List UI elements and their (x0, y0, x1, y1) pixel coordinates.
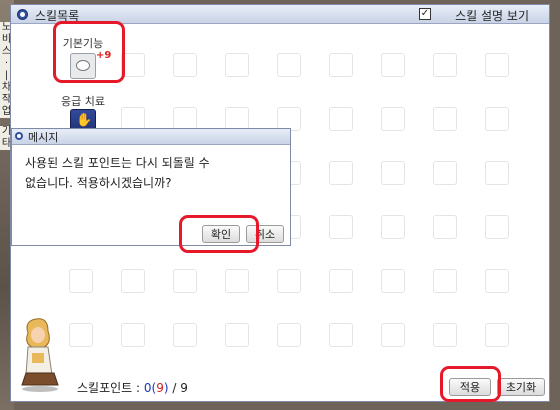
message-title: 메시지 (28, 131, 59, 144)
skill-slot[interactable] (433, 323, 457, 347)
skill-slot[interactable] (485, 323, 509, 347)
skill-slot[interactable] (277, 323, 301, 347)
skill-slot[interactable] (277, 269, 301, 293)
skill-points-remaining: 9 (156, 381, 164, 395)
message-titlebar[interactable]: 메시지 (12, 129, 290, 145)
skill-slot[interactable] (433, 269, 457, 293)
skill-slot[interactable] (121, 323, 145, 347)
skill-slot[interactable] (381, 161, 405, 185)
window-dot-icon[interactable] (15, 132, 23, 140)
skill-slot[interactable] (485, 53, 509, 77)
skill-points-total: 9 (180, 381, 188, 395)
show-description-checkbox[interactable]: ✓ (419, 8, 431, 20)
skill-slot[interactable] (173, 53, 197, 77)
skill-slot[interactable] (69, 269, 93, 293)
message-dialog: 메시지 사용된 스킬 포인트는 다시 되돌릴 수 없습니다. 적용하시겠습니까?… (11, 128, 291, 253)
skill-points-value: 0 (143, 381, 152, 395)
skill-slot[interactable] (329, 53, 353, 77)
skill-slot[interactable] (225, 323, 249, 347)
show-description-label[interactable]: 스킬 설명 보기 (455, 7, 529, 24)
skill-slot[interactable] (173, 323, 197, 347)
skill-slot[interactable] (329, 323, 353, 347)
skill-slot[interactable] (485, 107, 509, 131)
skill-name-firstaid: 응급 치료 (61, 95, 105, 108)
highlight-box-confirm (179, 215, 259, 253)
skill-slot[interactable] (329, 215, 353, 239)
skill-slot[interactable] (225, 53, 249, 77)
character-sprite (21, 318, 59, 392)
skill-slot[interactable] (381, 269, 405, 293)
skill-slot[interactable] (433, 215, 457, 239)
skill-slot[interactable] (329, 161, 353, 185)
skill-slot[interactable] (433, 107, 457, 131)
skill-slot[interactable] (381, 53, 405, 77)
skill-points-separator: / (168, 381, 181, 395)
skill-points-label: 스킬포인트 : (77, 381, 144, 395)
skill-slot[interactable] (485, 215, 509, 239)
skill-slot[interactable] (485, 161, 509, 185)
skill-slot[interactable] (121, 269, 145, 293)
skill-slot[interactable] (381, 215, 405, 239)
message-line: 없습니다. 적용하시겠습니까? (25, 176, 172, 190)
highlight-box-apply (440, 366, 501, 402)
skill-slot[interactable] (277, 53, 301, 77)
skill-slot[interactable] (69, 323, 93, 347)
skill-points-display: 스킬포인트 : 0(9) / 9 (77, 379, 188, 396)
skill-slot[interactable] (433, 161, 457, 185)
skill-slot[interactable] (329, 107, 353, 131)
message-line: 사용된 스킬 포인트는 다시 되돌릴 수 (25, 156, 210, 170)
skill-slot[interactable] (173, 269, 197, 293)
reset-button[interactable]: 초기화 (497, 378, 545, 396)
highlight-box-skill (53, 21, 125, 83)
skill-slot[interactable] (381, 107, 405, 131)
skill-slot[interactable] (485, 269, 509, 293)
skill-slot[interactable] (433, 53, 457, 77)
window-dot-icon[interactable] (17, 9, 28, 20)
skill-slot[interactable] (329, 269, 353, 293)
skill-slot[interactable] (381, 323, 405, 347)
skill-slot[interactable] (225, 269, 249, 293)
message-text: 사용된 스킬 포인트는 다시 되돌릴 수 없습니다. 적용하시겠습니까? (25, 153, 280, 193)
